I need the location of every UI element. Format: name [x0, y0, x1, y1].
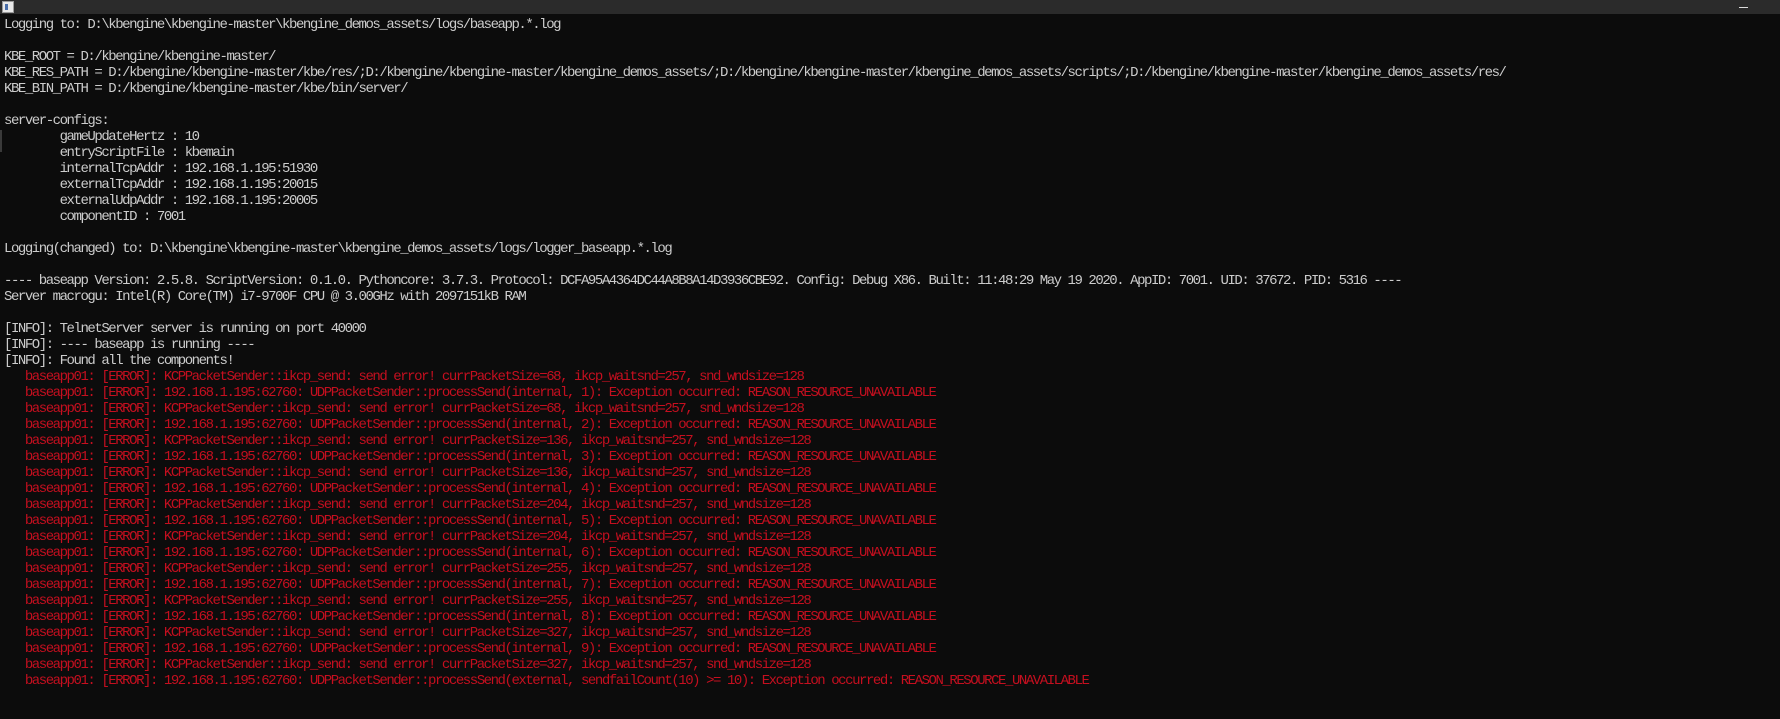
console-error-line: baseapp01: [ERROR]: KCPPacketSender::ikc…: [4, 369, 805, 385]
console-error-line: baseapp01: [ERROR]: 192.168.1.195:62760:…: [4, 577, 937, 593]
console-line: externalTcpAddr : 192.168.1.195:20015: [4, 177, 319, 193]
console-line: KBE_BIN_PATH = D:/kbengine/kbengine-mast…: [4, 81, 409, 97]
console-line: entryScriptFile : kbemain: [4, 145, 235, 161]
console-line: Logging(changed) to: D:\kbengine\kbengin…: [4, 241, 673, 257]
console-line: [INFO]: TelnetServer server is running o…: [4, 321, 367, 337]
console-line: gameUpdateHertz : 10: [4, 129, 200, 145]
console-error-line: baseapp01: [ERROR]: KCPPacketSender::ikc…: [4, 401, 805, 417]
console-error-line: baseapp01: [ERROR]: KCPPacketSender::ikc…: [4, 433, 812, 449]
console-line: ---- baseapp Version: 2.5.8. ScriptVersi…: [4, 273, 1403, 289]
console-error-line: baseapp01: [ERROR]: 192.168.1.195:62760:…: [4, 545, 937, 561]
console-line: [INFO]: ---- baseapp is running ----: [4, 337, 256, 353]
minimize-icon[interactable]: [1732, 0, 1754, 14]
console-error-line: baseapp01: [ERROR]: KCPPacketSender::ikc…: [4, 657, 812, 673]
console-error-line: baseapp01: [ERROR]: KCPPacketSender::ikc…: [4, 529, 812, 545]
console-error-line: baseapp01: [ERROR]: 192.168.1.195:62760:…: [4, 449, 937, 465]
console-line: Logging to: D:\kbengine\kbengine-master\…: [4, 17, 562, 33]
console-line: server-configs:: [4, 113, 110, 129]
console-error-line: baseapp01: [ERROR]: KCPPacketSender::ikc…: [4, 625, 812, 641]
console-line: internalTcpAddr : 192.168.1.195:51930: [4, 161, 319, 177]
console-error-line: baseapp01: [ERROR]: 192.168.1.195:62760:…: [4, 641, 937, 657]
console-error-line: baseapp01: [ERROR]: 192.168.1.195:62760:…: [4, 417, 937, 433]
console-line: externalUdpAddr : 192.168.1.195:20005: [4, 193, 319, 209]
console-app-icon[interactable]: [2, 1, 14, 13]
console-error-line: baseapp01: [ERROR]: KCPPacketSender::ikc…: [4, 497, 812, 513]
console-line: componentID : 7001: [4, 209, 187, 225]
console-output[interactable]: Logging to: D:\kbengine\kbengine-master\…: [4, 17, 1774, 717]
window-titlebar: [0, 0, 1780, 14]
console-error-line: baseapp01: [ERROR]: 192.168.1.195:62760:…: [4, 609, 937, 625]
console-line: Server macrogu: Intel(R) Core(TM) i7-970…: [4, 289, 527, 305]
console-error-line: baseapp01: [ERROR]: KCPPacketSender::ikc…: [4, 561, 812, 577]
console-line: KBE_ROOT = D:/kbengine/kbengine-master/: [4, 49, 277, 65]
console-error-line: baseapp01: [ERROR]: 192.168.1.195:62760:…: [4, 513, 937, 529]
console-line: KBE_RES_PATH = D:/kbengine/kbengine-mast…: [4, 65, 1507, 81]
console-error-line: baseapp01: [ERROR]: 192.168.1.195:62760:…: [4, 673, 1090, 689]
console-error-line: baseapp01: [ERROR]: KCPPacketSender::ikc…: [4, 593, 812, 609]
console-error-line: baseapp01: [ERROR]: 192.168.1.195:62760:…: [4, 481, 937, 497]
console-error-line: baseapp01: [ERROR]: KCPPacketSender::ikc…: [4, 465, 812, 481]
window-edge-mark: [0, 130, 2, 152]
console-line: [INFO]: Found all the components!: [4, 353, 235, 369]
console-error-line: baseapp01: [ERROR]: 192.168.1.195:62760:…: [4, 385, 937, 401]
